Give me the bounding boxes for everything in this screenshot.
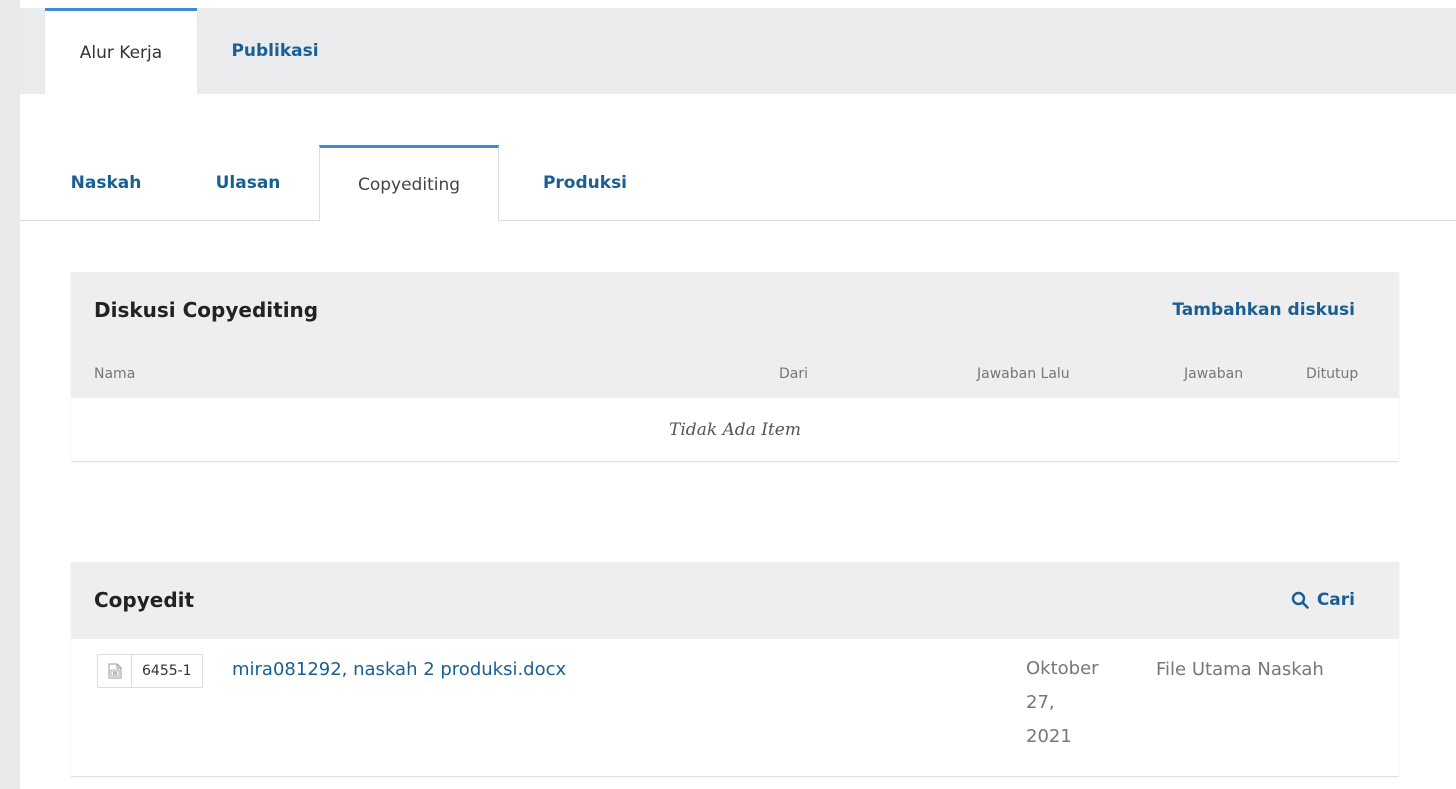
left-sidebar-strip [0, 0, 20, 789]
file-date-day: 27, [1026, 692, 1055, 713]
file-id-badge: W 6455-1 [97, 654, 203, 688]
discussion-panel-header: Diskusi Copyediting Tambahkan diskusi Na… [71, 272, 1399, 398]
empty-list-message: Tidak Ada Item [71, 398, 1399, 461]
file-date: Oktober 27, 2021 [1026, 652, 1126, 754]
tab-publikasi[interactable]: Publikasi [205, 8, 345, 94]
file-id: 6455-1 [142, 663, 192, 679]
stage-tabs-bar: Naskah Ulasan Copyediting Produksi [20, 145, 1456, 222]
workflow-tabs-bar: Alur Kerja Publikasi [20, 8, 1456, 94]
tab-alur-kerja[interactable]: Alur Kerja [45, 8, 197, 94]
column-header-jawaban-lalu[interactable]: Jawaban Lalu [977, 366, 1070, 382]
panel-title: Copyedit [94, 588, 195, 612]
word-file-icon: W [98, 655, 132, 687]
discussion-panel: Diskusi Copyediting Tambahkan diskusi Na… [71, 272, 1399, 461]
file-date-month: Oktober [1026, 658, 1099, 679]
add-discussion-button[interactable]: Tambahkan diskusi [1172, 300, 1355, 320]
tab-naskah[interactable]: Naskah [56, 145, 156, 221]
tab-label: Produksi [542, 173, 628, 193]
copyedit-panel: Copyedit Cari W 6455-1 mira081292, naska… [71, 562, 1399, 776]
file-type: File Utama Naskah [1156, 659, 1324, 680]
search-button[interactable]: Cari [1291, 590, 1355, 610]
file-name-link[interactable]: mira081292, naskah 2 produksi.docx [232, 659, 566, 680]
column-header-nama[interactable]: Nama [94, 366, 135, 382]
file-row: W 6455-1 mira081292, naskah 2 produksi.d… [71, 639, 1399, 776]
tab-ulasan[interactable]: Ulasan [198, 145, 298, 221]
add-discussion-label: Tambahkan diskusi [1172, 300, 1355, 320]
column-header-jawaban[interactable]: Jawaban [1184, 366, 1243, 382]
svg-text:W: W [112, 671, 117, 677]
tab-produksi[interactable]: Produksi [520, 145, 650, 221]
search-icon [1291, 591, 1309, 609]
empty-text: Tidak Ada Item [669, 419, 801, 440]
tab-label: Copyediting [357, 175, 461, 195]
tab-label: Publikasi [231, 41, 319, 61]
copyedit-panel-header: Copyedit Cari [71, 562, 1399, 639]
tab-copyediting[interactable]: Copyediting [319, 145, 499, 222]
tab-label: Alur Kerja [79, 42, 163, 63]
search-label: Cari [1316, 590, 1355, 610]
panel-title: Diskusi Copyediting [94, 298, 319, 322]
column-header-dari[interactable]: Dari [779, 366, 808, 382]
column-header-ditutup[interactable]: Ditutup [1306, 366, 1358, 382]
file-date-year: 2021 [1026, 726, 1072, 747]
tab-label: Naskah [70, 173, 142, 193]
tab-label: Ulasan [215, 173, 281, 193]
